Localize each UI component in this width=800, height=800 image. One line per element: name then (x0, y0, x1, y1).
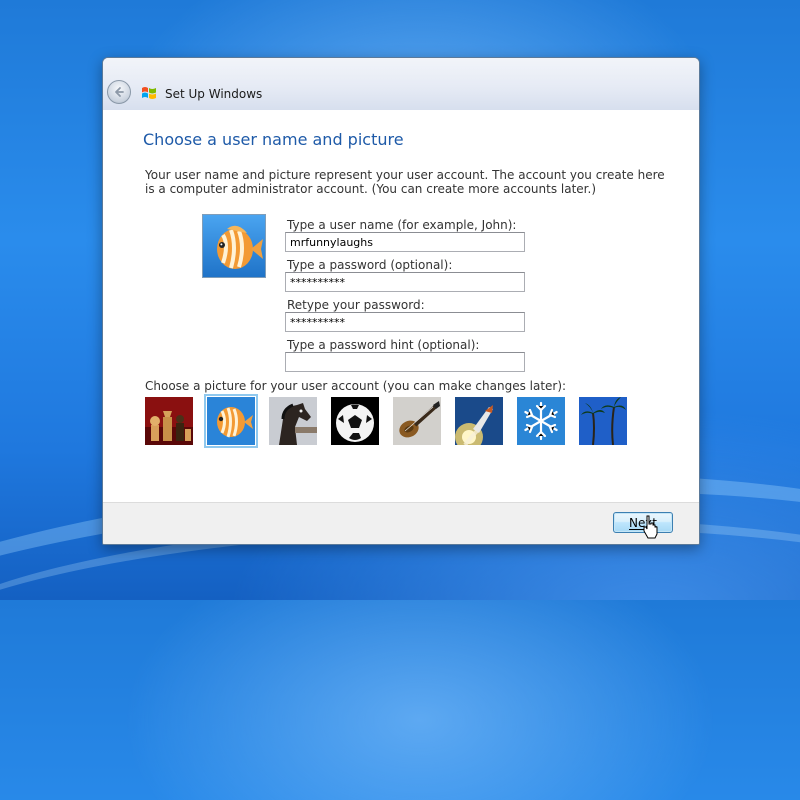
picture-palm-trees[interactable] (579, 397, 627, 445)
back-button[interactable] (107, 80, 131, 104)
windows-logo-icon (142, 87, 156, 99)
username-input[interactable] (285, 232, 525, 252)
picture-horse[interactable] (269, 397, 317, 445)
mouse-cursor-icon (643, 515, 658, 539)
username-label: Type a user name (for example, John): (287, 218, 517, 232)
space-shuttle-icon (455, 397, 503, 445)
picture-guitar[interactable] (393, 397, 441, 445)
password-input[interactable] (285, 272, 525, 292)
picture-snowflake[interactable] (517, 397, 565, 445)
retype-password-input[interactable] (285, 312, 525, 332)
selected-user-picture (202, 214, 266, 278)
picture-space-shuttle[interactable] (455, 397, 503, 445)
window-title: Set Up Windows (165, 87, 263, 101)
fish-icon (207, 397, 255, 445)
footer-bar: Next (103, 502, 699, 544)
fish-icon (217, 225, 263, 269)
page-heading: Choose a user name and picture (143, 130, 404, 149)
content-area: Choose a user name and picture Your user… (103, 110, 699, 502)
soccer-ball-icon (331, 397, 379, 445)
picture-soccer-ball[interactable] (331, 397, 379, 445)
password-hint-input[interactable] (285, 352, 525, 372)
retype-password-label: Retype your password: (287, 298, 425, 312)
picture-fish[interactable] (204, 394, 258, 448)
setup-window: Set Up Windows Choose a user name and pi… (102, 57, 700, 545)
picture-chess[interactable] (145, 397, 193, 445)
snowflake-icon (517, 397, 565, 445)
horse-icon (269, 397, 317, 445)
palm-trees-icon (579, 397, 627, 445)
password-hint-label: Type a password hint (optional): (287, 338, 480, 352)
chess-icon (145, 397, 193, 445)
guitar-icon (393, 397, 441, 445)
title-bar: Set Up Windows (103, 58, 699, 110)
back-arrow-icon (115, 87, 124, 97)
pictures-label: Choose a picture for your user account (… (145, 379, 567, 393)
intro-text: Your user name and picture represent you… (145, 168, 665, 196)
password-label: Type a password (optional): (287, 258, 453, 272)
